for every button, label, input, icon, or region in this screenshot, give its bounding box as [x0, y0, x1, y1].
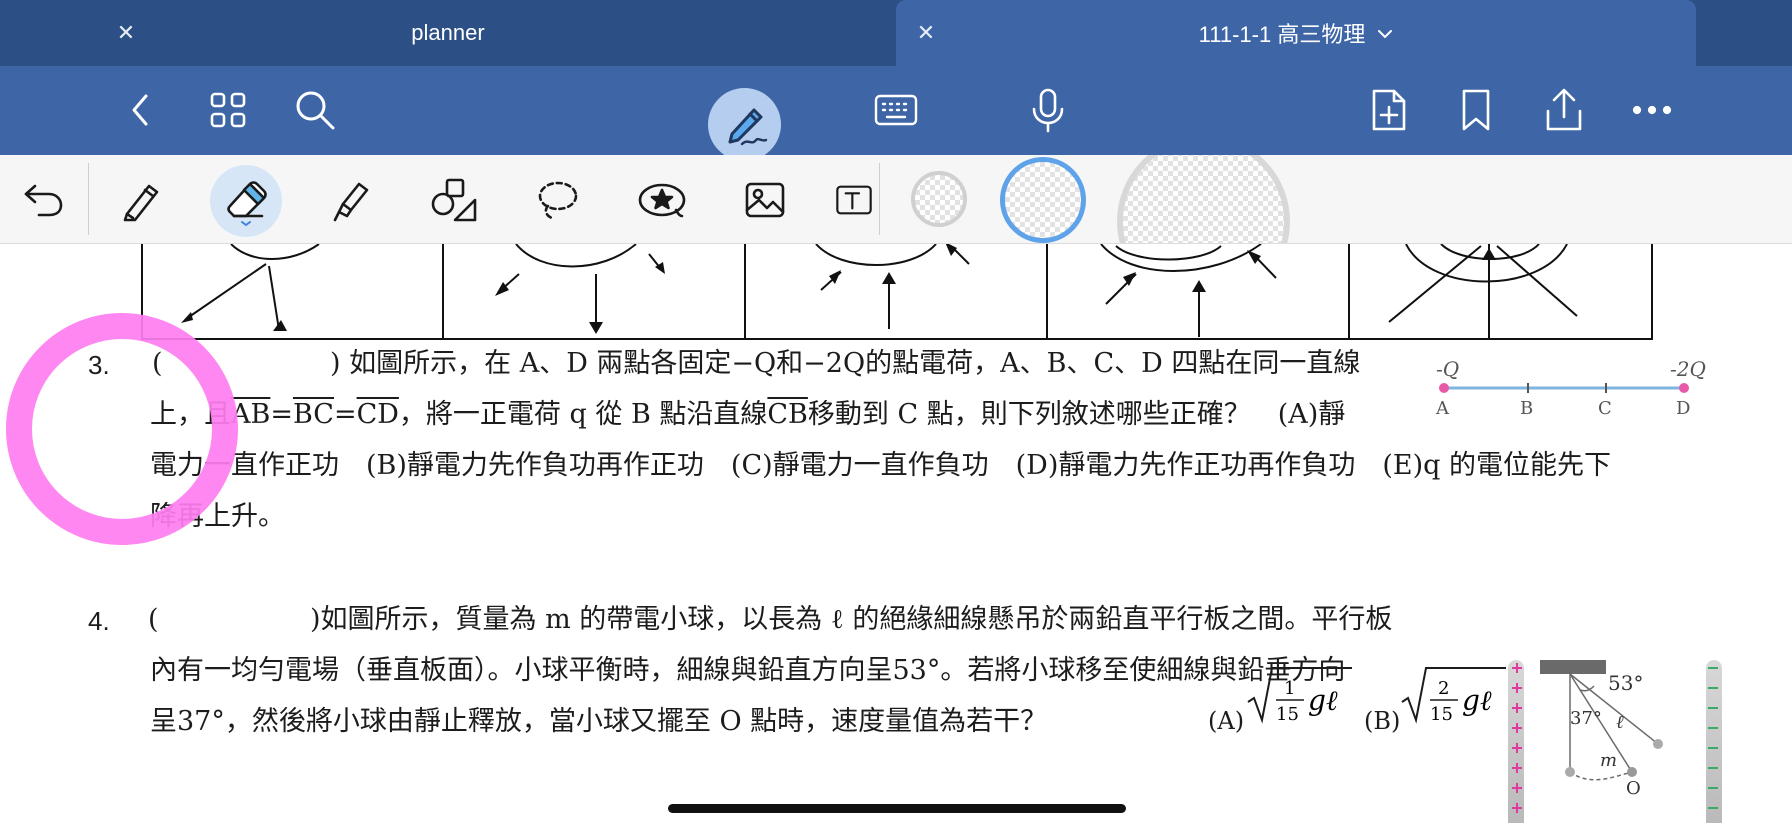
main-toolbar: [0, 66, 1792, 161]
question-text-line: 上，且AB=BC=CD，將一正電荷 q 從 B 點沿直線CB移動到 C 點，則下…: [150, 389, 1345, 440]
keyboard-icon[interactable]: [868, 82, 924, 138]
option-b-formula: 2 15 gℓ: [1401, 667, 1506, 724]
formula-var: gℓ: [1308, 684, 1338, 717]
length-label: ℓ: [1616, 712, 1624, 733]
denominator: 15: [1430, 704, 1453, 724]
option-a-formula: 1 15 gℓ: [1247, 667, 1352, 724]
bookmark-icon[interactable]: [1448, 82, 1504, 138]
pendulum-figure: 53° 37° ℓ m O: [1512, 660, 1718, 813]
segment-label: CB: [767, 399, 808, 430]
question-text-line: 內有一均勻電場（垂直板面）。小球平衡時，細線與鉛直方向呈53°。若將小球移至使細…: [150, 655, 1346, 686]
sticker-icon[interactable]: [627, 165, 697, 235]
divider: [88, 163, 89, 235]
highlighter-icon[interactable]: [314, 165, 384, 235]
point-label: A: [1435, 398, 1450, 419]
text-fragment: =: [270, 399, 293, 430]
search-icon[interactable]: [287, 82, 343, 138]
mass-label: m: [1600, 750, 1617, 771]
tab-physics[interactable]: ✕ 111-1-1 高三物理: [896, 0, 1696, 66]
back-icon[interactable]: [113, 82, 169, 138]
home-indicator[interactable]: [668, 804, 1126, 813]
divider: [879, 163, 880, 235]
text-fragment: 移動到 C 點，則下列敘述哪些正確？ (A)靜: [807, 399, 1346, 430]
point-label: B: [1520, 398, 1533, 419]
share-icon[interactable]: [1536, 82, 1592, 138]
document-page[interactable]: 3. ( ) 如圖所示，在 A、D 兩點各固定−Q和−2Q的點電荷，A、B、C、…: [0, 244, 1792, 823]
option-b[interactable]: (B): [1364, 696, 1400, 747]
charge-label: -2Q: [1670, 357, 1706, 381]
formula-var: gℓ: [1462, 684, 1492, 717]
stroke-size-large[interactable]: [1117, 155, 1290, 243]
chevron-down-icon[interactable]: [1377, 20, 1393, 46]
angle-label: 53°: [1608, 671, 1643, 695]
grid-icon[interactable]: [200, 82, 256, 138]
tab-label: 111-1-1 高三物理: [1198, 22, 1366, 47]
charges-line-figure: -Q -2Q A B C D: [1435, 357, 1706, 419]
option-label: (A): [1208, 707, 1245, 735]
tab-label: planner: [411, 20, 485, 45]
lasso-icon[interactable]: [523, 165, 593, 235]
undo-icon[interactable]: [8, 165, 78, 235]
text-icon[interactable]: [834, 165, 874, 235]
eraser-cursor-ring: [6, 313, 238, 545]
point-label: D: [1676, 398, 1690, 419]
text-fragment: ，將一正電荷 q 從 B 點沿直線: [398, 399, 768, 430]
shapes-icon[interactable]: [419, 165, 489, 235]
numerator: 1: [1284, 678, 1295, 699]
option-label: (B): [1364, 707, 1401, 735]
microphone-icon[interactable]: [1020, 82, 1076, 138]
image-icon[interactable]: [730, 165, 800, 235]
pen-mode-icon[interactable]: [708, 88, 781, 161]
pen-icon[interactable]: [106, 165, 176, 235]
field-lines-figure-table: [141, 244, 1653, 340]
pen-tools-toolbar: [0, 155, 1792, 244]
stroke-size-medium[interactable]: [1000, 157, 1086, 243]
question-text-line: 呈37°，然後將小球由靜止釋放，當小球又擺至 O 點時，速度量值為若干？: [150, 706, 1048, 737]
text-fragment: =: [333, 399, 357, 430]
question-text-line: )如圖所示，質量為 m 的帶電小球，以長為 ℓ 的絕緣細線懸吊於兩鉛直平行板之間…: [310, 604, 1393, 635]
angle-label: 37°: [1570, 708, 1602, 729]
numerator: 2: [1438, 678, 1449, 699]
segment-label: CD: [356, 399, 399, 430]
segment-label: BC: [292, 399, 334, 430]
tab-planner[interactable]: ✕ planner: [0, 0, 896, 66]
question-text-line: ) 如圖所示，在 A、D 兩點各固定−Q和−2Q的點電荷，A、B、C、D 四點在…: [330, 348, 1361, 379]
add-page-icon[interactable]: [1360, 82, 1416, 138]
point-label: C: [1598, 398, 1612, 419]
tab-bar: ✕ planner ✕ 111-1-1 高三物理: [0, 0, 1792, 66]
answer-blank-paren: (: [148, 604, 159, 635]
more-icon[interactable]: [1624, 82, 1680, 138]
stroke-size-small[interactable]: [911, 171, 967, 227]
close-tab-icon[interactable]: ✕: [896, 0, 956, 66]
option-a[interactable]: (A): [1208, 696, 1244, 747]
question-number: 4.: [88, 606, 110, 636]
close-tab-icon[interactable]: ✕: [93, 0, 159, 66]
question-text-line: 電力一直作正功 (B)靜電力先作負功再作正功 (C)靜電力一直作負功 (D)靜電…: [150, 450, 1611, 481]
charge-label: -Q: [1436, 357, 1459, 381]
denominator: 15: [1276, 704, 1299, 724]
origin-label: O: [1626, 778, 1641, 799]
eraser-icon[interactable]: [211, 165, 281, 235]
